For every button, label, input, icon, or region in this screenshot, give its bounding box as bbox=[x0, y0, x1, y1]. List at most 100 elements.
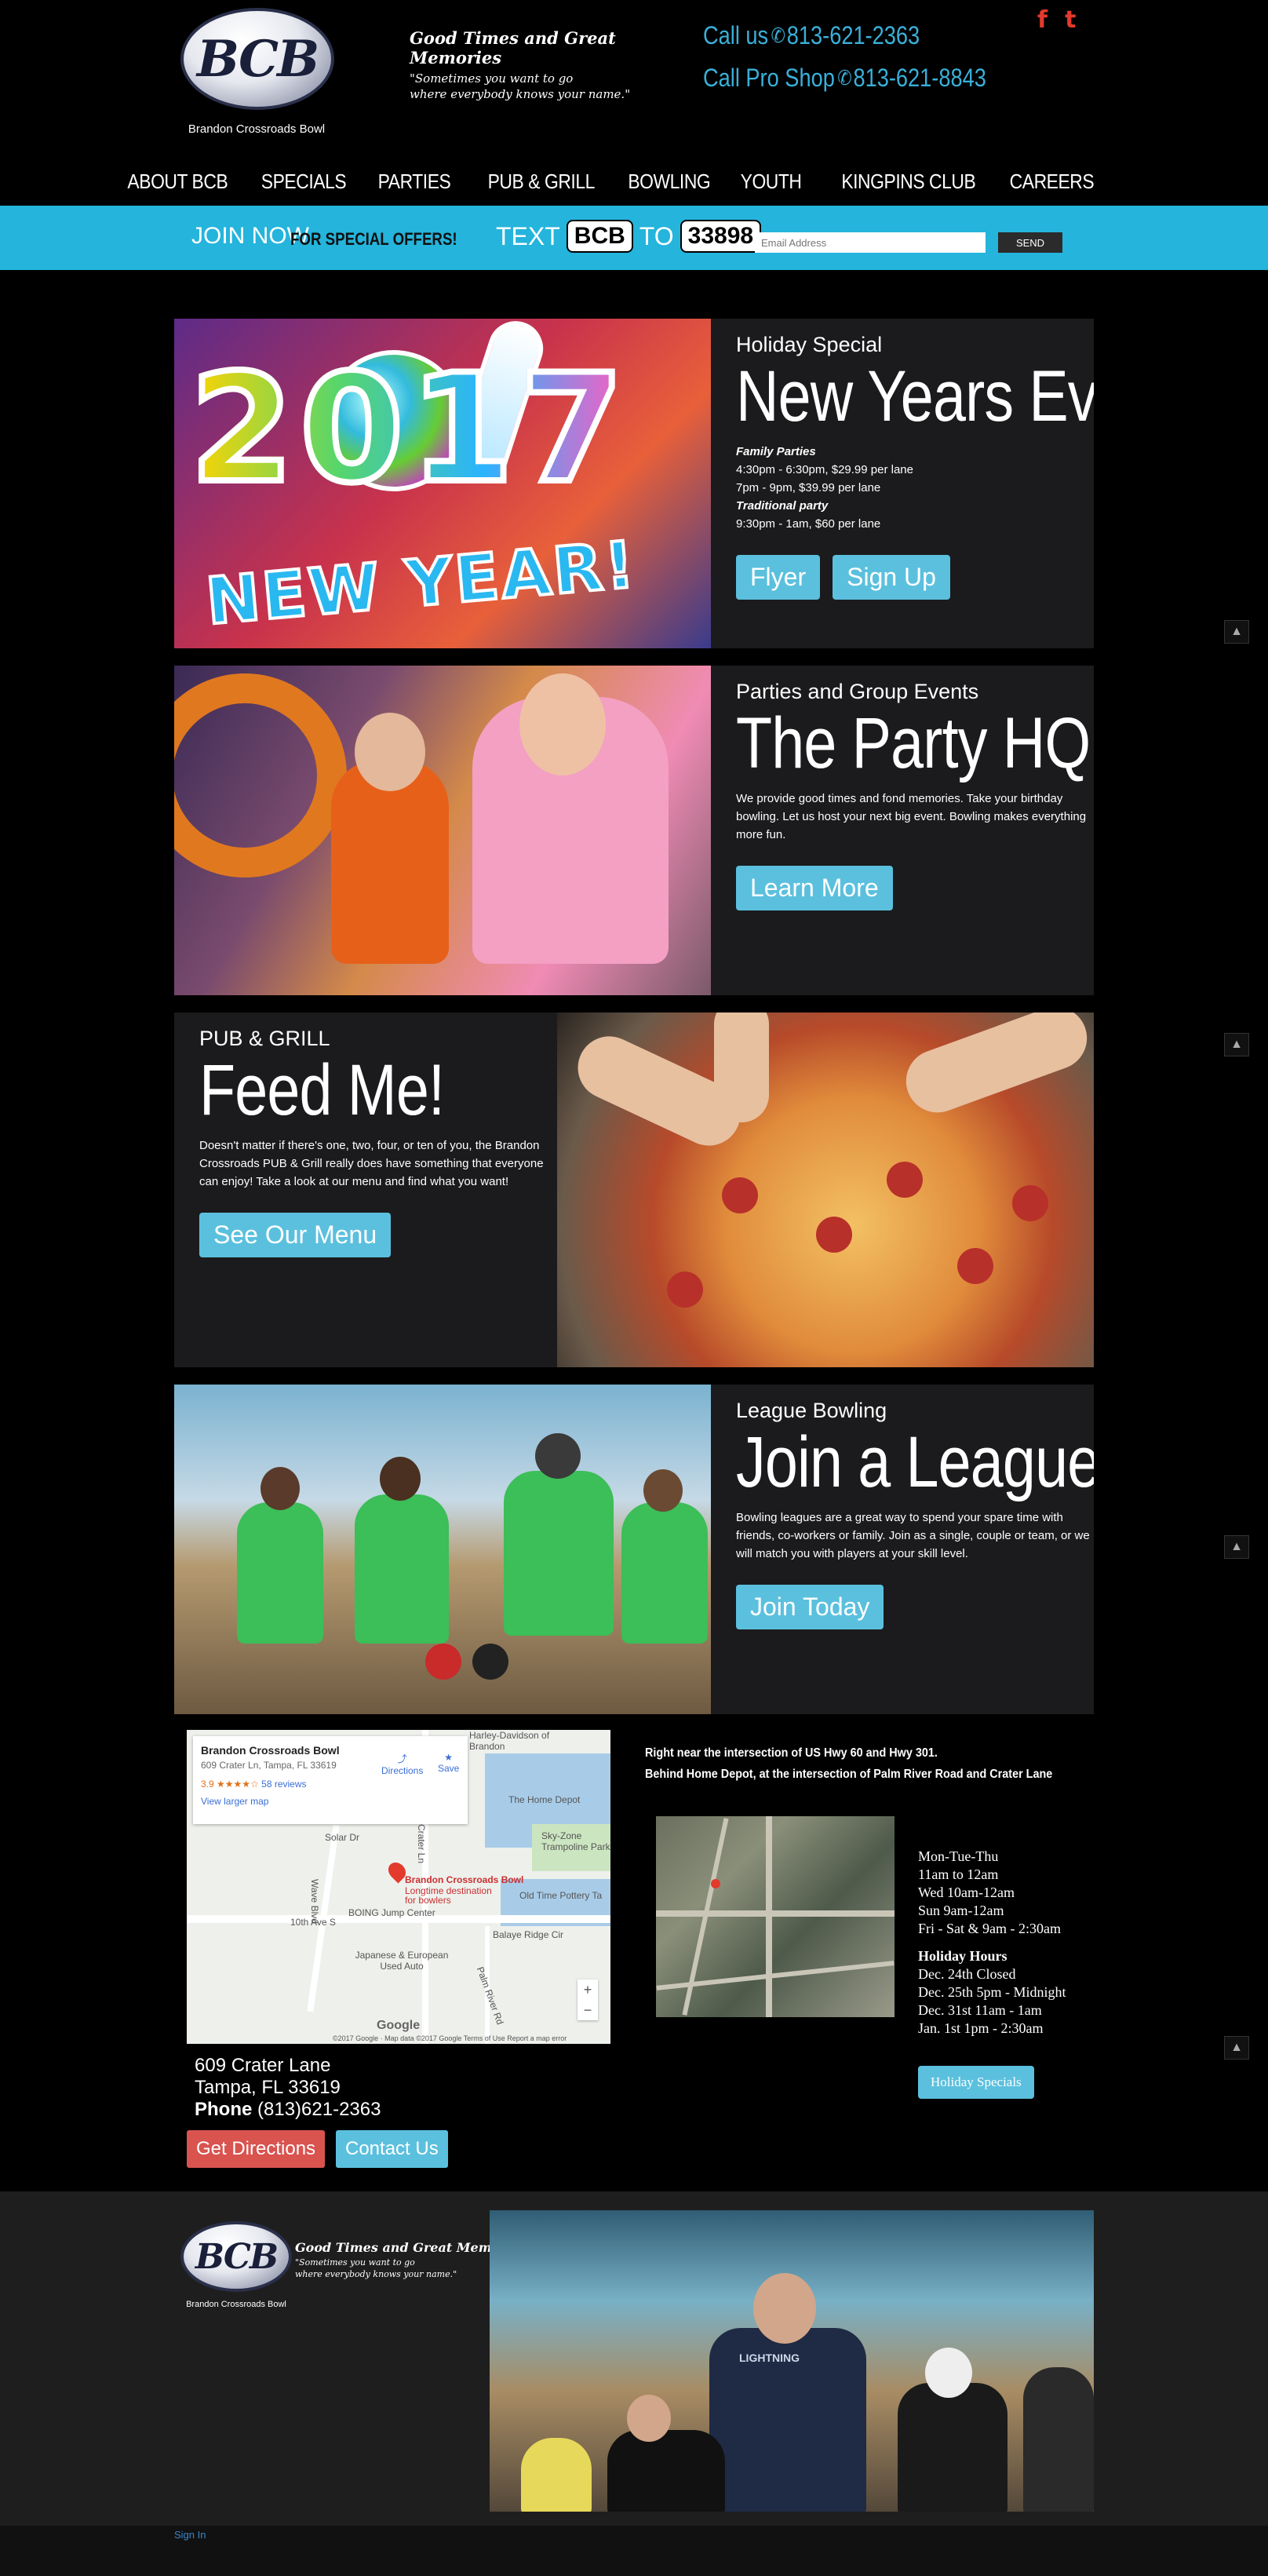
contact-us-button[interactable]: Contact Us bbox=[336, 2130, 448, 2168]
map-label: Crater Ln bbox=[416, 1824, 427, 1864]
sign-in-link[interactable]: Sign In bbox=[174, 2529, 206, 2541]
panel-body: Doesn't matter if there's one, two, four… bbox=[199, 1139, 544, 1189]
phone-label: Phone bbox=[195, 2099, 253, 2120]
special-offers-label: FOR SPECIAL OFFERS! bbox=[290, 229, 457, 249]
site-logo[interactable]: BCB Brandon Crossroads Bowl bbox=[174, 8, 339, 136]
sat-road bbox=[656, 1910, 895, 1917]
join-bar: JOIN NOW FOR SPECIAL OFFERS! TEXT BCB TO… bbox=[0, 206, 1268, 270]
learn-more-button[interactable]: Learn More bbox=[736, 866, 893, 911]
panel-body: We provide good times and fond memories.… bbox=[736, 792, 1087, 842]
holiday-hours-line: Dec. 31st 11am - 1am bbox=[918, 2002, 1042, 2018]
sign-up-button[interactable]: Sign Up bbox=[833, 555, 950, 600]
league-image bbox=[174, 1385, 711, 1714]
nav-about[interactable]: ABOUT BCB bbox=[127, 170, 228, 194]
traditional-slot: 9:30pm - 1am, $60 per lane bbox=[736, 517, 881, 531]
scroll-top-icon[interactable]: ▲ bbox=[1224, 1033, 1249, 1056]
map-label: Japanese & European Used Auto bbox=[355, 1950, 449, 1972]
bowler-head bbox=[627, 2395, 671, 2442]
nav-specials[interactable]: SPECIALS bbox=[261, 170, 347, 194]
panel-headline: Feed Me! bbox=[199, 1050, 445, 1130]
see-menu-button[interactable]: See Our Menu bbox=[199, 1213, 392, 1258]
hand bbox=[714, 1013, 769, 1122]
panel-kicker: League Bowling bbox=[736, 1399, 887, 1422]
scroll-top-icon[interactable]: ▲ bbox=[1224, 1535, 1249, 1559]
map-directions[interactable]: ⤴ Directions bbox=[381, 1752, 423, 1776]
holiday-hours-line: Dec. 25th 5pm - Midnight bbox=[918, 1984, 1066, 2000]
footer-bowlers-photo: LIGHTNING bbox=[490, 2210, 1094, 2512]
scroll-top-icon[interactable]: ▲ bbox=[1224, 2036, 1249, 2060]
send-button[interactable]: SEND bbox=[998, 232, 1062, 253]
zoom-in-icon[interactable]: + bbox=[578, 1979, 598, 2000]
flyer-button[interactable]: Flyer bbox=[736, 555, 821, 600]
email-input[interactable] bbox=[755, 232, 986, 253]
satellite-map-image bbox=[656, 1816, 895, 2017]
sms-keyword: BCB bbox=[566, 220, 633, 253]
nav-youth[interactable]: YOUTH bbox=[741, 170, 802, 194]
image-year-text: 2017 bbox=[187, 339, 630, 519]
holiday-hours-line: Dec. 24th Closed bbox=[918, 1966, 1016, 1982]
bowler-figure bbox=[504, 1471, 614, 1636]
sat-road bbox=[766, 1816, 772, 2017]
address-street: 609 Crater Lane bbox=[195, 2055, 331, 2076]
map-label: Old Time Pottery Ta bbox=[519, 1890, 603, 1901]
holiday-specials-button[interactable]: Holiday Specials bbox=[918, 2066, 1034, 2099]
phone-icon: ✆ bbox=[837, 66, 852, 89]
pizza-image bbox=[557, 1013, 1094, 1367]
call-us-number[interactable]: 813-621-2363 bbox=[787, 14, 920, 57]
join-today-button[interactable]: Join Today bbox=[736, 1585, 884, 1630]
pro-shop-line[interactable]: Call Pro Shop ✆ 813-621-8843 bbox=[703, 57, 986, 99]
call-us-line[interactable]: Call us ✆ 813-621-2363 bbox=[703, 14, 986, 57]
hand bbox=[897, 1013, 1094, 1122]
panel-headline: The Party HQ bbox=[736, 703, 1091, 783]
scroll-top-icon[interactable]: ▲ bbox=[1224, 620, 1249, 644]
logo-text: BCB bbox=[195, 2236, 279, 2277]
call-info: Call us ✆ 813-621-2363 Call Pro Shop ✆ 8… bbox=[703, 14, 1037, 99]
logo-emblem: BCB bbox=[180, 8, 334, 110]
twitter-icon[interactable]: t bbox=[1065, 6, 1076, 34]
pepperoni bbox=[957, 1248, 993, 1284]
pepperoni bbox=[816, 1217, 852, 1253]
bowling-ball bbox=[472, 1644, 508, 1680]
zoom-out-icon[interactable]: − bbox=[578, 2000, 598, 2020]
phone-number[interactable]: (813)621-2363 bbox=[257, 2099, 381, 2120]
nav-parties[interactable]: PARTIES bbox=[378, 170, 451, 194]
party-text: Parties and Group Events The Party HQ We… bbox=[736, 666, 1094, 995]
nav-kingpins[interactable]: KINGPINS CLUB bbox=[842, 170, 976, 194]
embedded-map[interactable]: Brandon Crossroads Bowl 609 Crater Ln, T… bbox=[187, 1730, 610, 2044]
pepperoni bbox=[887, 1162, 923, 1198]
map-label: Solar Dr bbox=[325, 1832, 360, 1843]
map-save[interactable]: ★ Save bbox=[438, 1752, 459, 1774]
map-label: Palm River Rd bbox=[474, 1965, 506, 2027]
map-label: Sky-Zone Trampoline Park bbox=[541, 1830, 610, 1852]
header-tagline: Good Times and Great Memories "Sometimes… bbox=[410, 28, 645, 102]
traditional-party-label: Traditional party bbox=[736, 499, 829, 513]
new-years-panel: 2017 NEW YEAR! Holiday Special New Years… bbox=[174, 319, 1094, 648]
map-reviews-link[interactable]: 58 reviews bbox=[261, 1779, 306, 1790]
map-zoom-control[interactable]: + − bbox=[578, 1979, 598, 2020]
party-panel: Parties and Group Events The Party HQ We… bbox=[174, 666, 1094, 995]
pub-grill-panel: PUB & GRILL Feed Me! Doesn't matter if t… bbox=[174, 1013, 1094, 1367]
bowler-head bbox=[261, 1467, 300, 1510]
bowler-head bbox=[535, 1433, 581, 1479]
bowler-head bbox=[925, 2348, 972, 2398]
pro-shop-number[interactable]: 813-621-8843 bbox=[853, 57, 986, 99]
holiday-hours-title: Holiday Hours bbox=[918, 1948, 1007, 1964]
nav-pub-grill[interactable]: PUB & GRILL bbox=[487, 170, 595, 194]
facebook-icon[interactable]: f bbox=[1037, 6, 1048, 34]
league-panel: League Bowling Join a League Bowling lea… bbox=[174, 1385, 1094, 1714]
map-label: The Home Depot bbox=[508, 1794, 581, 1805]
street-address: 609 Crater Lane Tampa, FL 33619 Phone (8… bbox=[195, 2055, 381, 2121]
nav-bowling[interactable]: BOWLING bbox=[628, 170, 710, 194]
view-larger-map-link[interactable]: View larger map bbox=[201, 1796, 460, 1807]
pepperoni bbox=[667, 1272, 703, 1308]
map-info-card: Brandon Crossroads Bowl 609 Crater Ln, T… bbox=[193, 1736, 468, 1824]
footer-logo[interactable]: BCB Brandon Crossroads Bowl bbox=[177, 2221, 295, 2315]
nav-careers[interactable]: CAREERS bbox=[1009, 170, 1094, 194]
to-label: TO bbox=[639, 221, 674, 250]
map-terms[interactable]: ©2017 Google · Map data ©2017 Google Ter… bbox=[333, 2034, 567, 2042]
hours-line: Wed 10am-12am bbox=[918, 1885, 1015, 1900]
get-directions-button[interactable]: Get Directions bbox=[187, 2130, 326, 2168]
map-pin-icon bbox=[711, 1879, 720, 1888]
pepperoni bbox=[722, 1177, 758, 1213]
map-label: Wave Blvd bbox=[309, 1879, 320, 1924]
